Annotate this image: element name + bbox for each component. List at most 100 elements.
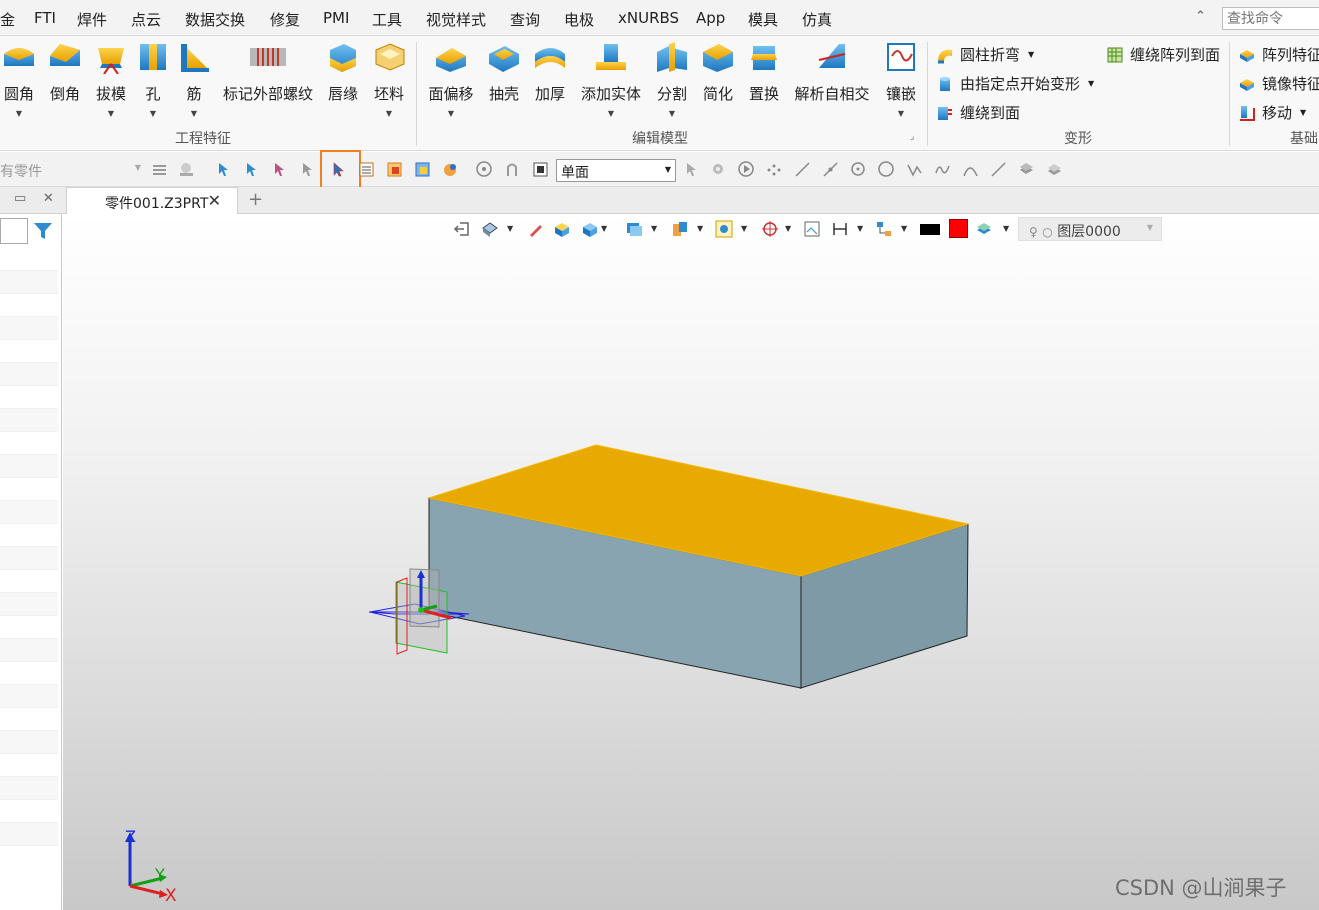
dropdown-arrow-icon[interactable]: ▼ bbox=[650, 109, 694, 118]
list-item[interactable] bbox=[0, 478, 58, 501]
dropdown-arrow-icon[interactable]: ▼ bbox=[1088, 79, 1094, 88]
3d-viewport[interactable]: ▼ ▼ ▼ ▼ ▼ ▼ ▼ ▼ ▼ ♀ ○ 图层0000 ▼ Z Y X CSD… bbox=[63, 214, 1319, 910]
list-item[interactable] bbox=[0, 662, 58, 685]
mirror-feature-button[interactable]: 镜像特征 bbox=[1238, 73, 1319, 94]
lip-button[interactable]: 唇缘 bbox=[322, 40, 364, 104]
play-icon[interactable] bbox=[738, 161, 755, 178]
rib-button[interactable]: 筋 ▼ bbox=[174, 40, 214, 118]
menu-item-weldment[interactable]: 焊件 bbox=[77, 9, 107, 30]
chamfer-button[interactable]: 倒角 bbox=[44, 40, 86, 104]
list-item[interactable] bbox=[0, 524, 58, 547]
gear-icon[interactable] bbox=[710, 161, 727, 178]
move-button[interactable]: 移动 ▼ bbox=[1238, 102, 1306, 123]
solid-square-icon[interactable] bbox=[532, 161, 549, 178]
deform-from-point-button[interactable]: 由指定点开始变形 ▼ bbox=[936, 73, 1094, 94]
list-item[interactable] bbox=[0, 317, 58, 340]
dropdown-arrow-icon[interactable]: ▼ bbox=[578, 109, 644, 118]
menu-item-sheet-metal[interactable]: 金 bbox=[0, 9, 15, 30]
list-item[interactable] bbox=[0, 271, 58, 294]
fillet-button[interactable]: 圆角 ▼ bbox=[0, 40, 40, 118]
filter-settings-icon[interactable] bbox=[151, 161, 168, 178]
stock-button[interactable]: 坯料 ▼ bbox=[368, 40, 410, 118]
dropdown-arrow-icon[interactable]: ▼ bbox=[1300, 108, 1306, 117]
curve-icon[interactable] bbox=[934, 161, 951, 178]
points-icon[interactable] bbox=[766, 161, 783, 178]
list-item[interactable] bbox=[0, 570, 58, 593]
pointer-select-icon[interactable] bbox=[330, 161, 347, 178]
layer-icon[interactable] bbox=[1018, 161, 1035, 178]
select-part-icon[interactable] bbox=[414, 161, 431, 178]
dropdown-arrow-icon[interactable]: ▼ bbox=[0, 109, 40, 118]
list-item[interactable] bbox=[0, 294, 58, 317]
menu-item-electrode[interactable]: 电极 bbox=[564, 9, 594, 30]
add-solid-button[interactable]: 添加实体 ▼ bbox=[578, 40, 644, 118]
wrap-pattern-to-face-button[interactable]: 缠绕阵列到面 bbox=[1106, 44, 1220, 65]
dropdown-arrow-icon[interactable]: ▼ bbox=[174, 109, 214, 118]
layers-icon[interactable] bbox=[1046, 161, 1063, 178]
ribbon-collapse-icon[interactable]: ⌃ bbox=[1195, 9, 1206, 24]
restore-panel-icon[interactable]: ▭ bbox=[14, 191, 26, 206]
list-item[interactable] bbox=[0, 777, 58, 800]
dropdown-arrow-icon[interactable]: ▼ bbox=[426, 109, 476, 118]
list-item[interactable] bbox=[0, 685, 58, 708]
menu-item-tools[interactable]: 工具 bbox=[372, 9, 402, 30]
list-item[interactable] bbox=[0, 823, 58, 846]
filter-icon[interactable] bbox=[33, 221, 53, 241]
list-select-icon[interactable] bbox=[358, 161, 375, 178]
menu-item-inquire[interactable]: 查询 bbox=[510, 9, 540, 30]
draft-button[interactable]: 拔模 ▼ bbox=[90, 40, 132, 118]
list-item[interactable] bbox=[0, 800, 58, 823]
dialog-launcher-icon[interactable]: ⌟ bbox=[910, 132, 914, 142]
face-offset-button[interactable]: 面偏移 ▼ bbox=[426, 40, 476, 118]
list-item[interactable] bbox=[0, 754, 58, 777]
menu-item-data-exchange[interactable]: 数据交换 bbox=[185, 9, 245, 30]
replace-button[interactable]: 置换 bbox=[744, 40, 784, 104]
dropdown-arrow-icon[interactable]: ▼ bbox=[368, 109, 410, 118]
menu-item-point-cloud[interactable]: 点云 bbox=[131, 9, 161, 30]
pick-through-icon[interactable] bbox=[178, 161, 195, 178]
line-midpoint-icon[interactable] bbox=[822, 161, 839, 178]
list-item[interactable] bbox=[0, 340, 58, 363]
pick-point-icon[interactable] bbox=[684, 161, 701, 178]
menu-item-app[interactable]: App bbox=[696, 9, 725, 27]
mark-external-thread-button[interactable]: 标记外部螺纹 bbox=[220, 40, 316, 104]
split-button[interactable]: 分割 ▼ bbox=[650, 40, 694, 118]
list-item[interactable] bbox=[0, 501, 58, 524]
filter-combo[interactable]: 有零件 ▼ bbox=[0, 159, 143, 181]
snap-icon[interactable] bbox=[476, 161, 493, 178]
list-item[interactable] bbox=[0, 639, 58, 662]
line-icon[interactable] bbox=[794, 161, 811, 178]
close-panel-icon[interactable]: ✕ bbox=[43, 191, 54, 206]
arc-icon[interactable] bbox=[962, 161, 979, 178]
select-edge-icon[interactable] bbox=[272, 161, 289, 178]
dropdown-arrow-icon[interactable]: ▼ bbox=[880, 109, 922, 118]
menu-item-mold[interactable]: 模具 bbox=[748, 9, 778, 30]
menu-item-fti[interactable]: FTI bbox=[34, 9, 56, 27]
menu-item-xnurbs[interactable]: xNURBS bbox=[618, 9, 679, 27]
list-item[interactable] bbox=[0, 248, 58, 271]
list-item[interactable] bbox=[0, 708, 58, 731]
shell-button[interactable]: 抽壳 bbox=[482, 40, 526, 104]
pattern-feature-button[interactable]: 阵列特征 bbox=[1238, 44, 1319, 65]
select-vertex-icon[interactable] bbox=[300, 161, 317, 178]
menu-item-visual-style[interactable]: 视觉样式 bbox=[426, 9, 486, 30]
resolve-self-intersection-button[interactable]: 解析自相交 bbox=[792, 40, 872, 104]
list-item[interactable] bbox=[0, 409, 58, 432]
circle-icon[interactable] bbox=[878, 161, 895, 178]
dropdown-arrow-icon[interactable]: ▼ bbox=[136, 109, 170, 118]
face-filter-select[interactable]: 单面 ▼ bbox=[556, 159, 676, 182]
list-item[interactable] bbox=[0, 455, 58, 478]
list-item[interactable] bbox=[0, 386, 58, 409]
hole-button[interactable]: 孔 ▼ bbox=[136, 40, 170, 118]
add-tab-button[interactable]: + bbox=[248, 189, 263, 210]
list-item[interactable] bbox=[0, 616, 58, 639]
magnet-icon[interactable] bbox=[504, 161, 521, 178]
emboss-button[interactable]: 镶嵌 ▼ bbox=[880, 40, 922, 118]
dropdown-arrow-icon[interactable]: ▼ bbox=[90, 109, 132, 118]
simplify-button[interactable]: 简化 bbox=[698, 40, 738, 104]
list-item[interactable] bbox=[0, 593, 58, 616]
select-box-icon[interactable] bbox=[386, 161, 403, 178]
circle-center-icon[interactable] bbox=[850, 161, 867, 178]
list-item[interactable] bbox=[0, 731, 58, 754]
list-item[interactable] bbox=[0, 547, 58, 570]
